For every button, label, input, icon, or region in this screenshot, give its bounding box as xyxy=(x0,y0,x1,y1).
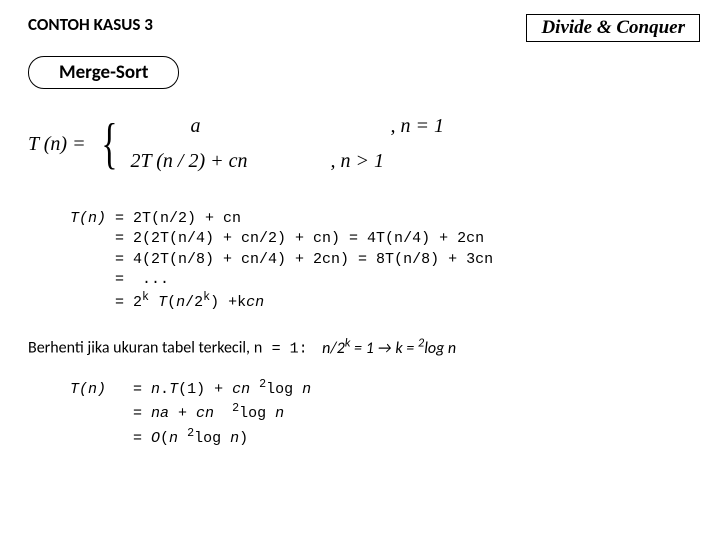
stop-text: Berhenti jika ukuran tabel terkecil, xyxy=(28,339,250,358)
expansion-line-1: = 2T(n/2) + cn xyxy=(115,210,241,227)
expansion-label: T(n) xyxy=(70,210,106,227)
topic-badge: Divide & Conquer xyxy=(526,14,700,42)
expansion-line-2: = 2(2T(n/4) + cn/2) + cn) = 4T(n/4) + 2c… xyxy=(115,230,484,247)
expansion-block: T(n) = 2T(n/2) + cn = 2(2T(n/4) + cn/2) … xyxy=(70,209,720,313)
final-block: T(n) = n.T(1) + cn 2log n = na + cn 2log… xyxy=(70,376,720,450)
recurrence-definition: T (n) = { a , n = 1 2T (n / 2) + cn , n … xyxy=(28,115,720,173)
case2-expr: 2T (n / 2) + cn xyxy=(130,150,330,173)
case1-cond: , n = 1 xyxy=(390,115,444,138)
expansion-line-4: = ... xyxy=(115,271,169,288)
lhs: T (n) = xyxy=(28,133,86,156)
case1-expr: a xyxy=(130,115,390,138)
case2-cond: , n > 1 xyxy=(330,150,384,173)
brace-icon: { xyxy=(101,116,117,172)
stop-condition-line: Berhenti jika ukuran tabel terkecil, n =… xyxy=(28,335,720,357)
expansion-line-3: = 4(2T(n/8) + cn/4) + 2cn) = 8T(n/8) + 3… xyxy=(115,251,493,268)
case-title: CONTOH KASUS 3 xyxy=(28,14,153,35)
algorithm-name: Merge-Sort xyxy=(28,56,179,89)
stop-tail: n/2k = 1 → k = 2log n xyxy=(322,339,456,358)
stop-cond: n = 1: xyxy=(254,341,308,358)
expansion-line-5: = 2k T(n/2k) +kcn xyxy=(115,294,264,311)
final-label: T(n) xyxy=(70,381,106,398)
